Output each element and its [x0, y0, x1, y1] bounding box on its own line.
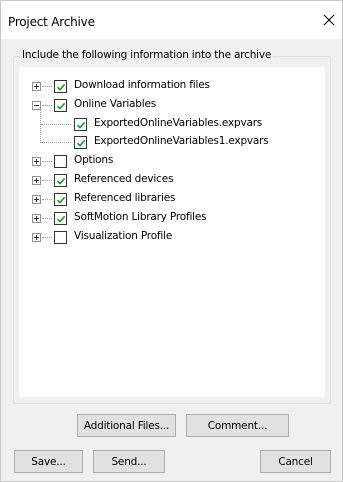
tree-item: ExportedOnlineVariables.expvars: [19, 115, 319, 134]
include-checkbox[interactable]: [54, 80, 67, 93]
tree-item-label: SoftMotion Library Profiles: [74, 211, 207, 223]
checkmark-icon: [76, 121, 85, 129]
cancel-button[interactable]: Cancel: [260, 450, 331, 473]
tree-connector: [42, 161, 52, 162]
tree-connector: [42, 218, 52, 219]
checkmark-icon: [56, 177, 65, 185]
include-checkbox[interactable]: [54, 99, 67, 112]
include-checkbox[interactable]: [54, 193, 67, 206]
tree-item-label: Online Variables: [74, 98, 156, 110]
checkmark-icon: [56, 83, 65, 91]
checkmark-icon: [76, 139, 85, 147]
tree-item: SoftMotion Library Profiles: [19, 209, 319, 228]
checkmark-icon: [56, 215, 65, 223]
group-legend: Include the following information into t…: [20, 49, 274, 61]
include-checkbox[interactable]: [74, 118, 87, 131]
tree-item-label: Referenced libraries: [74, 192, 176, 204]
plus-expander-icon[interactable]: [32, 176, 41, 185]
plus-expander-icon[interactable]: [32, 195, 41, 204]
tree-item-label: Visualization Profile: [74, 230, 173, 242]
tree-item: Referenced devices: [19, 171, 319, 190]
close-button[interactable]: [318, 9, 340, 31]
include-checkbox[interactable]: [74, 136, 87, 149]
tree-connector: [42, 86, 52, 87]
plus-expander-icon[interactable]: [32, 233, 41, 242]
tree-item: Options: [19, 152, 319, 171]
tree-connector: [42, 199, 52, 200]
tree-connector: [42, 237, 52, 238]
close-icon: [323, 14, 335, 26]
title-bar: Project Archive: [1, 1, 342, 39]
include-checkbox[interactable]: [54, 174, 67, 187]
tree-item: Referenced libraries: [19, 190, 319, 209]
comment-button[interactable]: Comment...: [186, 414, 289, 437]
tree-item: Visualization Profile: [19, 228, 319, 247]
tree-connector: [41, 142, 71, 143]
tree-item: Online Variables: [19, 96, 319, 115]
minus-expander-icon[interactable]: [32, 101, 41, 110]
tree-connector: [42, 105, 52, 106]
archive-tree: Download information files Online Variabl…: [19, 67, 325, 397]
plus-expander-icon[interactable]: [32, 82, 41, 91]
include-checkbox[interactable]: [54, 231, 67, 244]
plus-expander-icon[interactable]: [32, 157, 41, 166]
tree-item-label: Options: [74, 154, 114, 166]
plus-expander-icon[interactable]: [32, 214, 41, 223]
tree-item: ExportedOnlineVariables1.expvars: [19, 133, 319, 152]
checkmark-icon: [56, 102, 65, 110]
tree-item-label: Referenced devices: [74, 173, 174, 185]
tree-item-label: ExportedOnlineVariables.expvars: [94, 117, 263, 129]
tree-item: Download information files: [19, 77, 319, 96]
dialog-title: Project Archive: [8, 15, 95, 29]
include-checkbox[interactable]: [54, 212, 67, 225]
additional-files-button[interactable]: Additional Files...: [77, 414, 176, 437]
tree-connector: [41, 124, 71, 125]
project-archive-dialog: Project Archive Include the following in…: [0, 0, 343, 482]
tree-item-label: Download information files: [74, 79, 210, 91]
tree-connector: [42, 180, 52, 181]
include-checkbox[interactable]: [54, 155, 67, 168]
save-button[interactable]: Save...: [14, 450, 83, 473]
tree-item-label: ExportedOnlineVariables1.expvars: [94, 135, 269, 147]
checkmark-icon: [56, 196, 65, 204]
send-button[interactable]: Send...: [93, 450, 165, 473]
